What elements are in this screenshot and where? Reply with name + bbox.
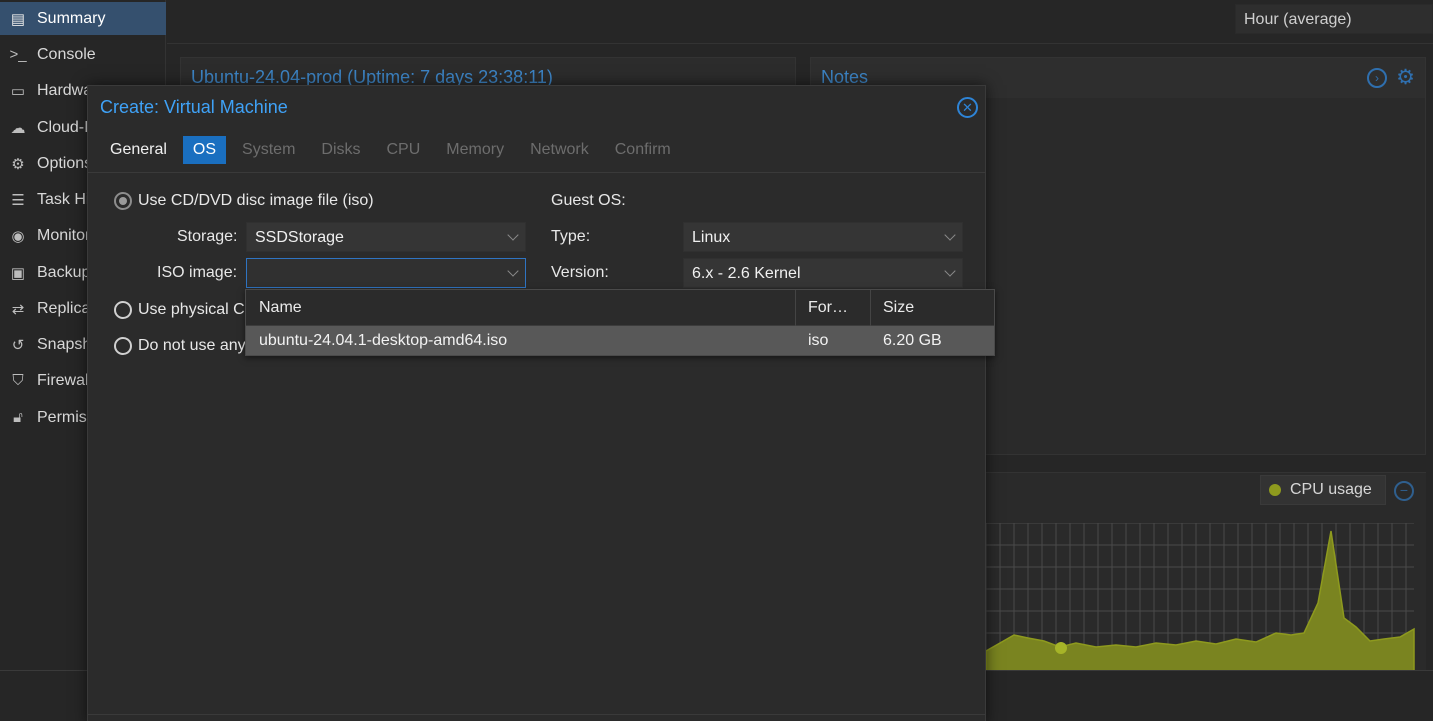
column-header-format[interactable]: For… bbox=[808, 299, 848, 317]
cpu-usage-hover-point bbox=[1055, 642, 1067, 654]
legend-label: CPU usage bbox=[1290, 481, 1372, 498]
legend-dot-icon bbox=[1269, 484, 1281, 496]
tab-system: System bbox=[242, 141, 296, 158]
cpu-usage-chart bbox=[986, 523, 1415, 673]
column-divider bbox=[870, 290, 871, 326]
iso-image-select[interactable] bbox=[246, 258, 526, 288]
storage-label: Storage: bbox=[177, 228, 238, 245]
os-version-select[interactable]: 6.x - 2.6 Kernel bbox=[683, 258, 963, 288]
cloud-icon: ☁ bbox=[10, 119, 26, 137]
chevron-down-icon bbox=[944, 265, 956, 277]
chevron-down-icon bbox=[507, 265, 519, 277]
iso-picker-header: Name For… Size bbox=[246, 290, 994, 326]
gear-icon: ⚙ bbox=[11, 155, 25, 173]
gear-icon[interactable]: ⚙ bbox=[1396, 65, 1415, 90]
storage-select[interactable]: SSDStorage bbox=[246, 222, 526, 252]
tab-network: Network bbox=[530, 141, 589, 158]
iso-image-label: ISO image: bbox=[157, 264, 238, 281]
terminal-icon: >_ bbox=[9, 46, 27, 63]
eye-icon: ◉ bbox=[11, 227, 25, 245]
no-media-radio[interactable] bbox=[114, 337, 132, 355]
monitor-icon: ▭ bbox=[10, 82, 26, 100]
guest-os-heading: Guest OS: bbox=[551, 192, 626, 209]
tab-cpu: CPU bbox=[386, 141, 421, 158]
sidebar-item-summary[interactable]: ▤ Summary bbox=[0, 2, 166, 35]
tab-disks: Disks bbox=[321, 141, 361, 158]
version-label: Version: bbox=[551, 264, 609, 281]
list-icon: ☰ bbox=[11, 191, 25, 209]
iso-media-label: Use CD/DVD disc image file (iso) bbox=[138, 192, 374, 209]
dialog-title: Create: Virtual Machine bbox=[100, 97, 288, 117]
book-icon: ▤ bbox=[10, 10, 26, 28]
collapse-icon[interactable]: − bbox=[1394, 481, 1414, 501]
floppy-icon: ▣ bbox=[10, 264, 26, 282]
iso-media-radio[interactable] bbox=[114, 192, 132, 210]
iso-row-name: ubuntu-24.04.1-desktop-amd64.iso bbox=[259, 332, 508, 349]
chevron-right-icon[interactable]: › bbox=[1367, 68, 1387, 88]
shield-icon: ⛉ bbox=[12, 372, 24, 389]
wizard-tabs: General OS System Disks CPU Memory Netwo… bbox=[100, 136, 687, 164]
column-divider bbox=[795, 290, 796, 326]
cpu-usage-panel: CPU usage − bbox=[986, 472, 1426, 673]
iso-row-format: iso bbox=[808, 332, 829, 349]
timeframe-select[interactable]: Hour (average) bbox=[1235, 4, 1433, 34]
tab-memory: Memory bbox=[446, 141, 505, 158]
tab-os[interactable]: OS bbox=[182, 136, 227, 164]
sidebar-item-console[interactable]: >_ Console bbox=[0, 38, 166, 71]
tab-confirm: Confirm bbox=[614, 141, 671, 158]
storage-value: SSDStorage bbox=[255, 229, 344, 246]
close-icon[interactable]: ✕ bbox=[957, 97, 978, 118]
dialog-footer-divider bbox=[88, 714, 985, 715]
column-header-size[interactable]: Size bbox=[883, 299, 914, 317]
iso-row-size: 6.20 GB bbox=[883, 332, 942, 349]
retweet-icon: ⇄ bbox=[11, 300, 25, 318]
top-toolbar: Hour (average) bbox=[167, 0, 1433, 44]
create-vm-dialog: Create: Virtual Machine ✕ General OS Sys… bbox=[87, 85, 986, 721]
os-type-value: Linux bbox=[692, 229, 731, 246]
history-icon: ↺ bbox=[11, 336, 25, 354]
physical-drive-radio[interactable] bbox=[114, 301, 132, 319]
tab-divider bbox=[88, 172, 985, 173]
type-label: Type: bbox=[551, 228, 591, 245]
os-type-select[interactable]: Linux bbox=[683, 222, 963, 252]
chevron-down-icon bbox=[944, 229, 956, 241]
unlock-icon: 🔓︎ bbox=[13, 409, 23, 426]
tab-general[interactable]: General bbox=[100, 136, 177, 164]
iso-picker-dropdown: Name For… Size ubuntu-24.04.1-desktop-am… bbox=[245, 289, 995, 356]
os-version-value: 6.x - 2.6 Kernel bbox=[692, 265, 801, 282]
column-header-name[interactable]: Name bbox=[259, 299, 302, 317]
iso-row[interactable]: ubuntu-24.04.1-desktop-amd64.iso iso 6.2… bbox=[246, 326, 994, 355]
cpu-usage-legend[interactable]: CPU usage bbox=[1260, 475, 1386, 505]
chevron-down-icon bbox=[507, 229, 519, 241]
